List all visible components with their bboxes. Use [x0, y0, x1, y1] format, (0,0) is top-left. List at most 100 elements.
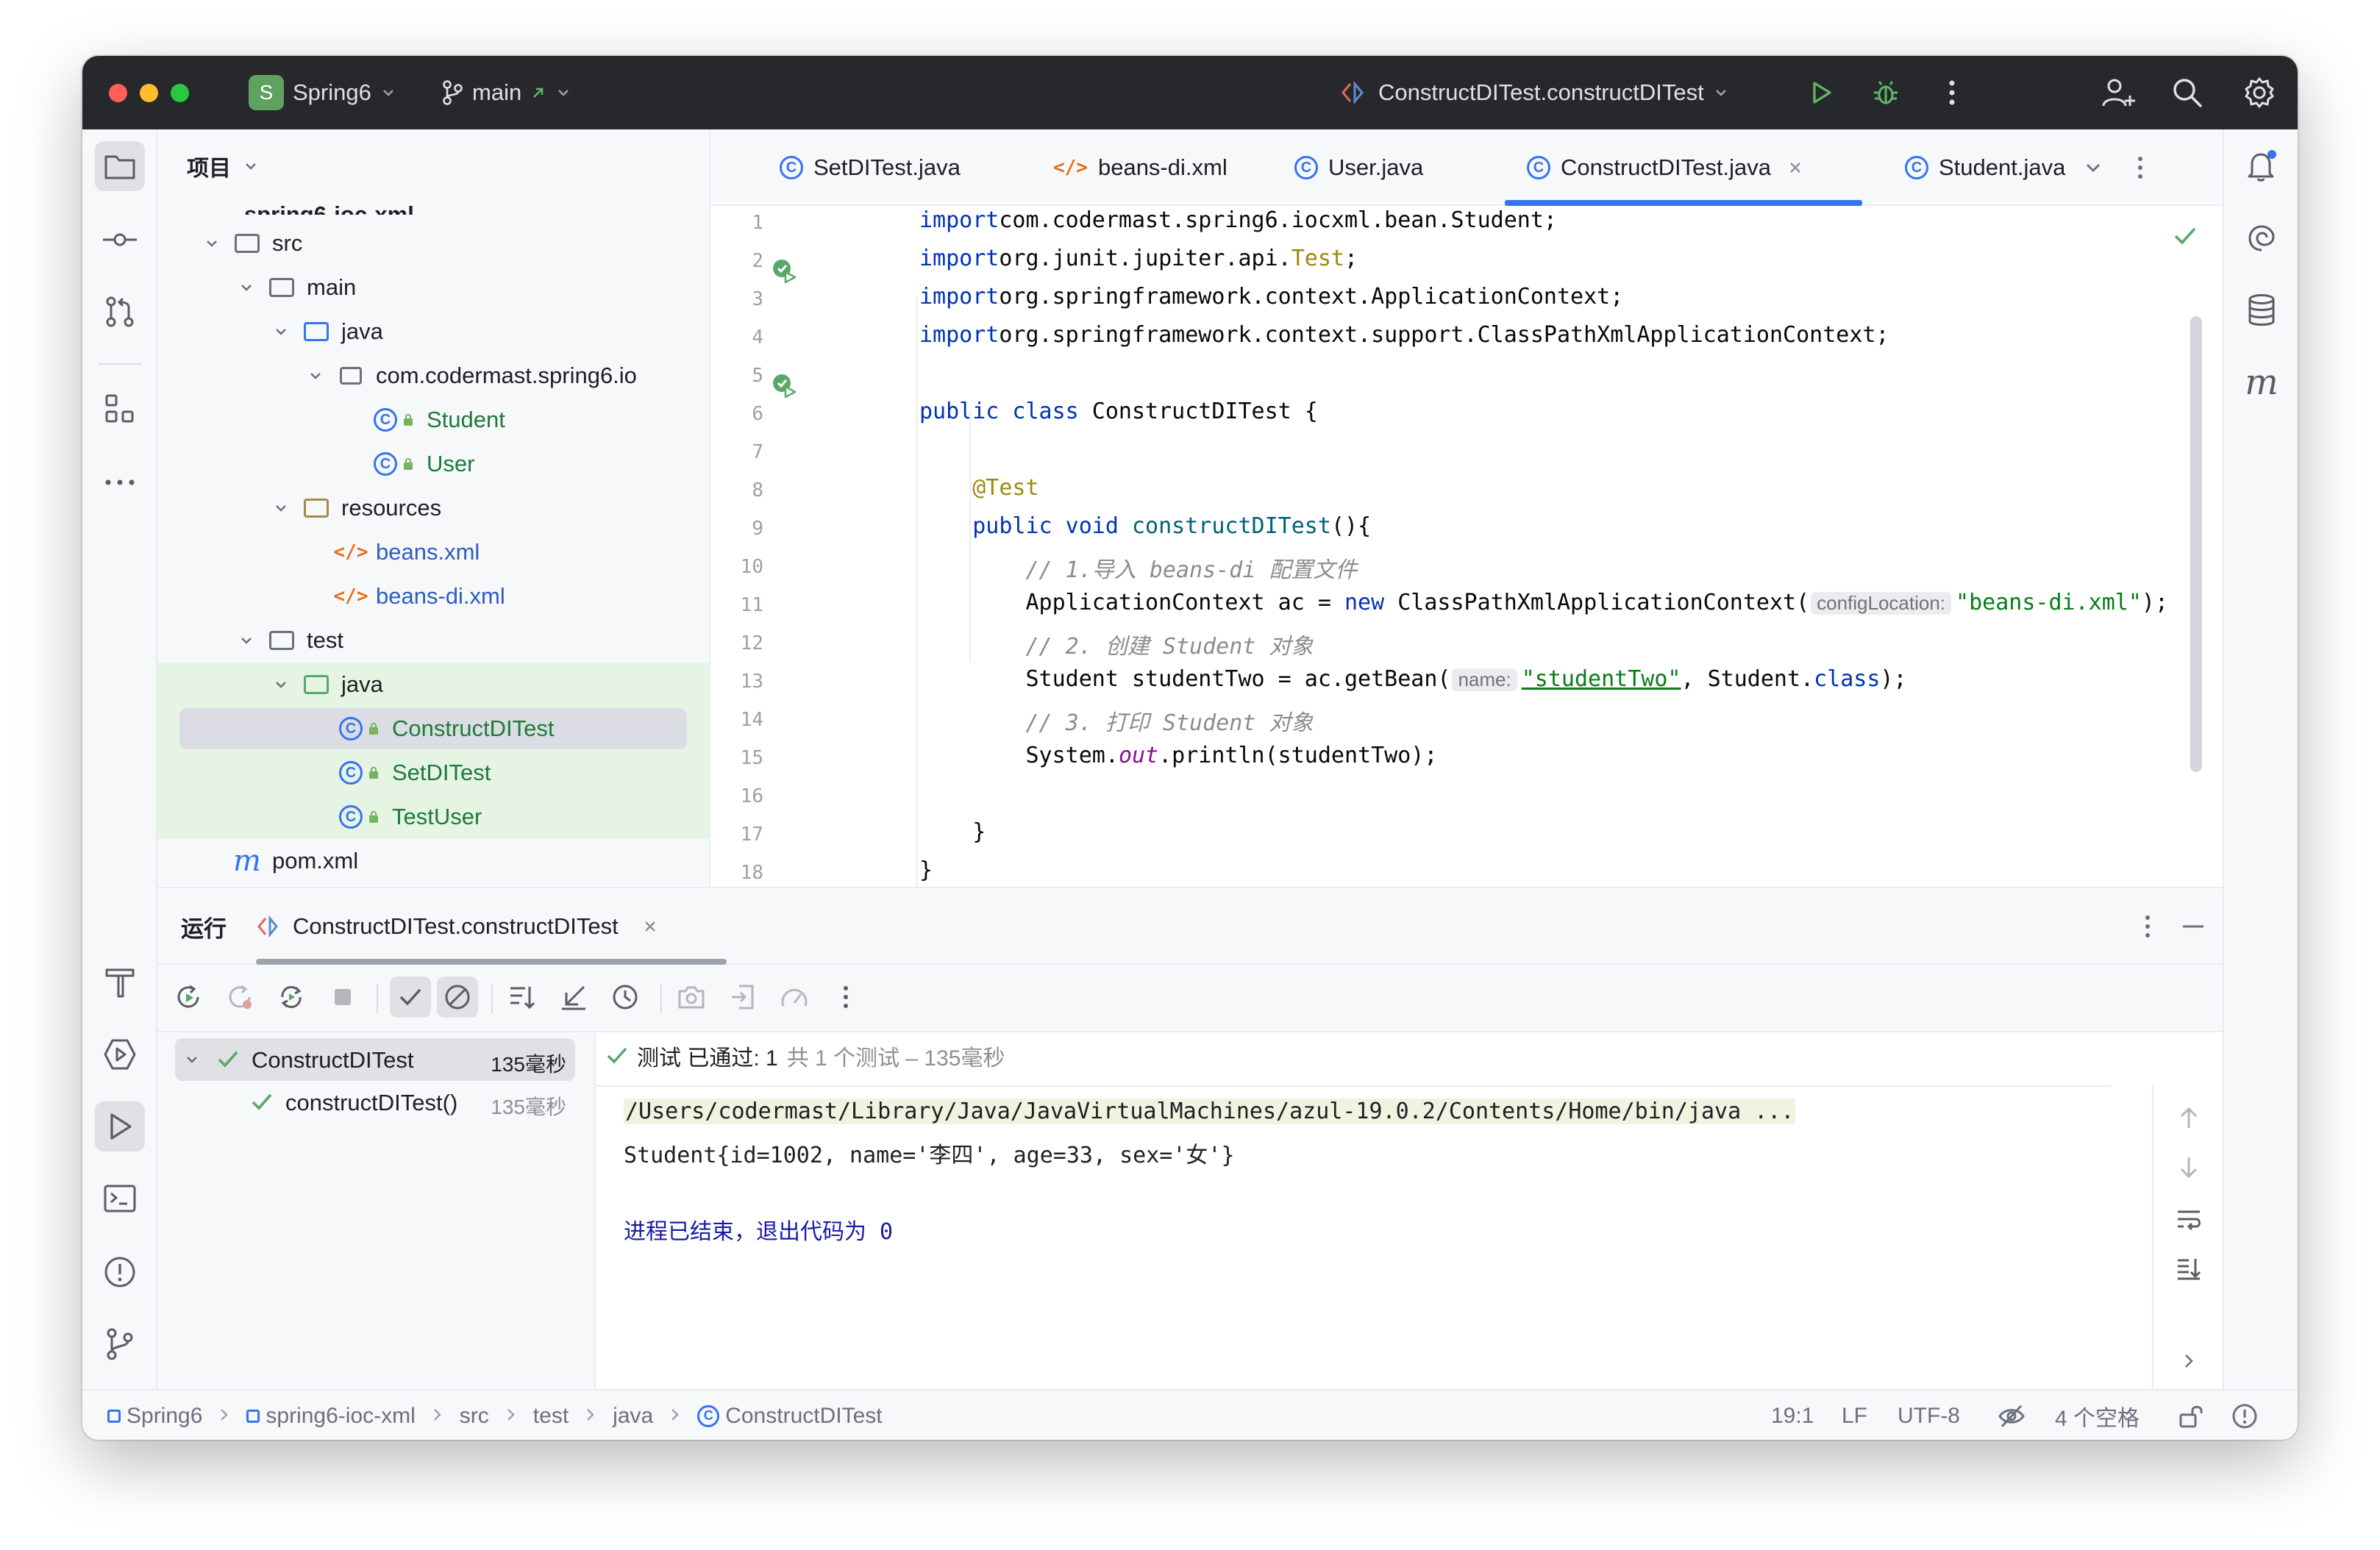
close-icon[interactable]: [642, 918, 658, 935]
maven-tool-button[interactable]: m: [2237, 357, 2287, 407]
branch-switcher[interactable]: main: [441, 75, 571, 110]
run-tab[interactable]: ConstructDITest.constructDITest: [256, 888, 658, 965]
tree-row-student[interactable]: C Student: [157, 398, 709, 442]
breadcrumb-item[interactable]: test: [533, 1404, 569, 1429]
read-only-toggle[interactable]: [2178, 1390, 2203, 1440]
ai-assistant-button[interactable]: [2237, 213, 2287, 263]
chevron-down-icon[interactable]: [271, 498, 291, 518]
tree-row-constructditest[interactable]: C ConstructDITest: [157, 707, 709, 751]
pull-requests-tool-button[interactable]: [95, 287, 145, 337]
structure-tool-button[interactable]: [95, 384, 145, 434]
run-panel-more-button[interactable]: [2127, 906, 2168, 947]
tree-row-setditest[interactable]: C SetDITest: [157, 751, 709, 795]
tree-row-java[interactable]: java: [157, 310, 709, 354]
chevron-down-icon[interactable]: [236, 630, 257, 651]
tree-row-resources[interactable]: resources: [157, 486, 709, 530]
tab-user-java[interactable]: C User.java: [1294, 129, 1469, 206]
chevron-down-icon[interactable]: [202, 233, 222, 254]
tab-list-dropdown[interactable]: [2073, 147, 2114, 188]
tabs-more-button[interactable]: [2120, 147, 2161, 188]
test-suite-row[interactable]: ConstructDITest 135毫秒: [175, 1038, 575, 1081]
editor-scrollbar[interactable]: [2190, 316, 2202, 772]
debug-button[interactable]: [1865, 72, 1906, 113]
run-config-selector[interactable]: ConstructDITest.constructDITest: [1340, 75, 1729, 110]
screenshot-button[interactable]: [671, 976, 712, 1018]
commit-tool-button[interactable]: [95, 215, 145, 265]
file-encoding[interactable]: UTF-8: [1898, 1390, 1960, 1440]
breadcrumb-item[interactable]: java: [613, 1404, 653, 1429]
chevron-down-icon[interactable]: [305, 365, 326, 386]
import-tests-button[interactable]: [553, 976, 594, 1018]
notifications-button[interactable]: [2237, 141, 2287, 191]
add-user-button[interactable]: [2098, 72, 2139, 113]
chevron-down-icon[interactable]: [236, 277, 257, 298]
tree-row-com-codermast-spring6-io[interactable]: com.codermast.spring6.io: [157, 354, 709, 398]
tree-row-beans-xml[interactable]: </> beans.xml: [157, 530, 709, 574]
toggle-auto-test-button[interactable]: [271, 976, 312, 1018]
breadcrumb-item[interactable]: src: [460, 1404, 489, 1429]
inspection-toggle[interactable]: [1998, 1390, 2026, 1440]
run-test-method-icon[interactable]: [771, 372, 797, 399]
run-button[interactable]: [1800, 72, 1842, 113]
more-tools-button[interactable]: [95, 457, 145, 507]
zoom-window-button[interactable]: [171, 84, 189, 102]
show-passed-button[interactable]: [390, 976, 431, 1018]
arrow-up-icon[interactable]: [2178, 1106, 2199, 1129]
code-editor[interactable]: 1 2 3 4 5 6 7 8 9 10 11 12 13 14 15 16 17 18 importcom.co…: [710, 206, 2223, 887]
tree-row-main[interactable]: main: [157, 265, 709, 310]
no-problems-check-icon[interactable]: [2173, 225, 2198, 247]
caret-position[interactable]: 19:1: [1771, 1390, 1814, 1440]
breadcrumb-item[interactable]: C ConstructDITest: [697, 1404, 883, 1429]
breadcrumb-item[interactable]: spring6-ioc-xml: [246, 1404, 416, 1429]
tree-row-test[interactable]: test: [157, 618, 709, 662]
tree-row-beans-di-xml[interactable]: </> beans-di.xml: [157, 574, 709, 618]
build-tool-button[interactable]: [95, 957, 145, 1007]
database-tool-button[interactable]: [2237, 285, 2287, 335]
tree-row-testuser[interactable]: C TestUser: [157, 795, 709, 839]
tree-row-module[interactable]: spring6-ioc-xml: [157, 188, 709, 215]
close-icon[interactable]: [1787, 160, 1803, 176]
test-method-row[interactable]: constructDITest() 135毫秒: [175, 1081, 575, 1124]
tree-row-src[interactable]: src: [157, 221, 709, 265]
chevron-down-icon[interactable]: [271, 321, 291, 342]
console-output[interactable]: 测试 已通过: 1 共 1 个测试 – 135毫秒 /Users/coderma…: [596, 1032, 2223, 1390]
show-ignored-button[interactable]: [437, 976, 478, 1018]
chevron-right-icon[interactable]: [2181, 1351, 2196, 1371]
scroll-to-end-icon[interactable]: [2176, 1256, 2202, 1281]
tree-row-pom-xml[interactable]: m pom.xml: [157, 839, 709, 883]
indent-setting[interactable]: 4 个空格: [2055, 1390, 2139, 1440]
run-toolbar-more-button[interactable]: [825, 976, 866, 1018]
search-button[interactable]: [2167, 72, 2208, 113]
more-actions-button[interactable]: [1931, 72, 1973, 113]
tab-constructditest-java[interactable]: C ConstructDITest.java: [1505, 129, 1862, 206]
tree-row-java[interactable]: java: [157, 662, 709, 707]
line-ending[interactable]: LF: [1842, 1390, 1867, 1440]
coverage-button[interactable]: [774, 976, 815, 1018]
tab-setditest-java[interactable]: C SetDITest.java: [780, 129, 1015, 206]
git-tool-button[interactable]: [95, 1319, 145, 1369]
tab-student-java[interactable]: C Student.java: [1905, 129, 2067, 206]
tab-beans-di-xml[interactable]: </> beans-di.xml: [1053, 129, 1261, 206]
run-test-class-icon[interactable]: [771, 257, 797, 284]
run-tool-button[interactable]: [95, 1101, 145, 1151]
tree-row-user[interactable]: C User: [157, 442, 709, 486]
services-tool-button[interactable]: [95, 1029, 145, 1079]
rerun-failed-button[interactable]: [219, 976, 260, 1018]
breadcrumb-item[interactable]: Spring6: [107, 1404, 202, 1429]
settings-button[interactable]: [2239, 72, 2280, 113]
close-window-button[interactable]: [109, 84, 127, 102]
arrow-down-icon[interactable]: [2178, 1156, 2199, 1179]
test-history-button[interactable]: [605, 976, 646, 1018]
sort-button[interactable]: [502, 976, 543, 1018]
export-button[interactable]: [722, 976, 763, 1018]
project-tool-button[interactable]: [95, 141, 145, 191]
soft-wrap-icon[interactable]: [2176, 1207, 2202, 1231]
problems-indicator[interactable]: [2231, 1390, 2258, 1440]
rerun-button[interactable]: [168, 976, 209, 1018]
chevron-down-icon[interactable]: [271, 674, 291, 695]
minimize-window-button[interactable]: [140, 84, 158, 102]
hide-panel-button[interactable]: [2173, 906, 2214, 947]
problems-tool-button[interactable]: [95, 1247, 145, 1297]
stop-button[interactable]: [322, 976, 363, 1018]
project-switcher[interactable]: S Spring6: [249, 75, 396, 110]
